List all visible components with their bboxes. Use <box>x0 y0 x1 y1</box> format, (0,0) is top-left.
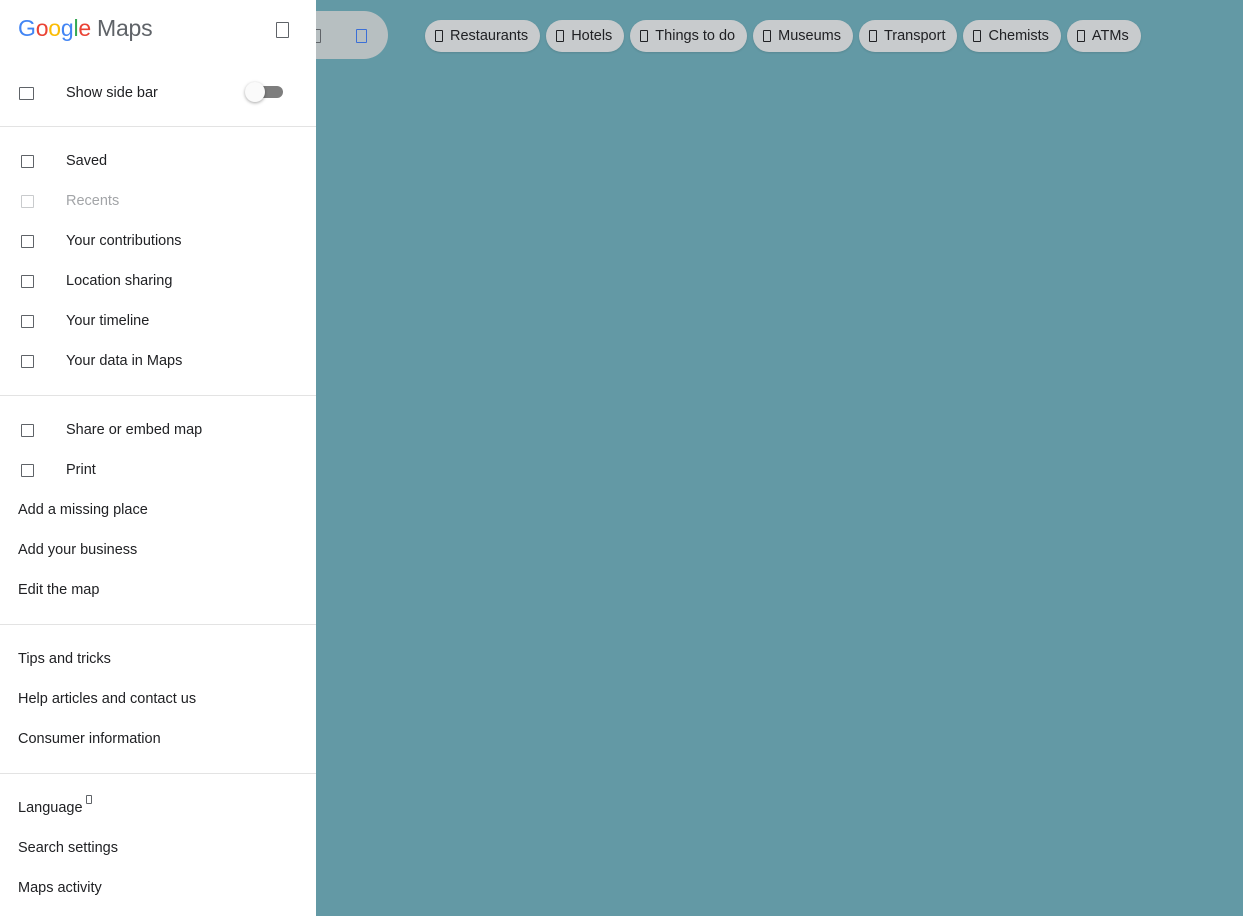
menu-section-personal: Saved Recents Your contributions Locatio… <box>0 127 316 395</box>
menu-item-maps-activity[interactable]: Maps activity <box>0 868 316 908</box>
menu-item-help[interactable]: Help articles and contact us <box>0 679 316 719</box>
contributions-icon <box>21 235 34 248</box>
menu-item-print[interactable]: Print <box>0 450 316 490</box>
menu-item-edit-map[interactable]: Edit the map <box>0 570 316 610</box>
menu-item-share-embed[interactable]: Share or embed map <box>0 410 316 450</box>
show-side-bar-toggle[interactable] <box>245 82 283 102</box>
panel-header: Google Maps <box>0 0 316 60</box>
menu-section-map-actions: Share or embed map Print Add a missing p… <box>0 396 316 624</box>
history-icon <box>21 195 34 208</box>
menu-item-your-contributions[interactable]: Your contributions <box>0 221 316 261</box>
menu-item-location-sharing[interactable]: Location sharing <box>0 261 316 301</box>
menu-item-saved[interactable]: Saved <box>0 141 316 181</box>
things-to-do-icon <box>640 30 649 42</box>
chip-label: ATMs <box>1091 28 1129 44</box>
chip-label: Hotels <box>571 28 613 44</box>
hotel-icon <box>556 30 565 42</box>
directions-icon[interactable] <box>356 29 367 43</box>
side-bar-icon <box>19 87 34 100</box>
museum-icon <box>763 30 772 42</box>
collapse-menu-icon[interactable] <box>276 22 289 38</box>
chip-label: Restaurants <box>450 28 529 44</box>
chip-restaurants[interactable]: Restaurants <box>425 20 541 52</box>
menu-item-add-missing-place[interactable]: Add a missing place <box>0 490 316 530</box>
google-maps-logo: Google Maps <box>18 15 153 41</box>
chip-label: Things to do <box>655 28 736 44</box>
chip-label: Transport <box>883 28 946 44</box>
bookmark-icon <box>21 155 34 168</box>
category-chips: Restaurants Hotels Things to do Museums … <box>425 20 1141 52</box>
menu-item-consumer-info[interactable]: Consumer information <box>0 719 316 759</box>
chip-chemists[interactable]: Chemists <box>963 20 1061 52</box>
menu-item-tips[interactable]: Tips and tricks <box>0 639 316 679</box>
menu-section-settings: Language Search settings Maps activity <box>0 774 316 916</box>
chip-things-to-do[interactable]: Things to do <box>630 20 748 52</box>
logo-product-name: Maps <box>97 15 153 41</box>
menu-item-recents: Recents <box>0 181 316 221</box>
show-side-bar-label: Show side bar <box>66 85 158 101</box>
chip-transport[interactable]: Transport <box>858 20 958 52</box>
menu-item-language[interactable]: Language <box>0 788 316 828</box>
location-sharing-icon <box>21 275 34 288</box>
atm-icon <box>1076 30 1085 42</box>
print-icon <box>21 464 34 477</box>
menu-item-search-settings[interactable]: Search settings <box>0 828 316 868</box>
share-icon <box>21 424 34 437</box>
show-side-bar-row[interactable]: Show side bar <box>0 60 316 126</box>
transport-icon <box>868 30 877 42</box>
chip-atms[interactable]: ATMs <box>1066 20 1141 52</box>
chip-label: Chemists <box>988 28 1049 44</box>
pharmacy-icon <box>973 30 982 42</box>
chip-label: Museums <box>778 28 841 44</box>
chip-museums[interactable]: Museums <box>753 20 853 52</box>
menu-section-help: Tips and tricks Help articles and contac… <box>0 625 316 773</box>
shield-icon <box>21 355 34 368</box>
menu-item-your-timeline[interactable]: Your timeline <box>0 301 316 341</box>
menu-item-add-business[interactable]: Add your business <box>0 530 316 570</box>
language-icon <box>85 795 92 804</box>
side-menu-panel: Google Maps Show side bar Saved Recents Y… <box>0 0 316 916</box>
menu-item-your-data-in-maps[interactable]: Your data in Maps <box>0 341 316 381</box>
restaurant-icon <box>435 30 443 42</box>
chip-hotels[interactable]: Hotels <box>546 20 625 52</box>
timeline-icon <box>21 315 34 328</box>
